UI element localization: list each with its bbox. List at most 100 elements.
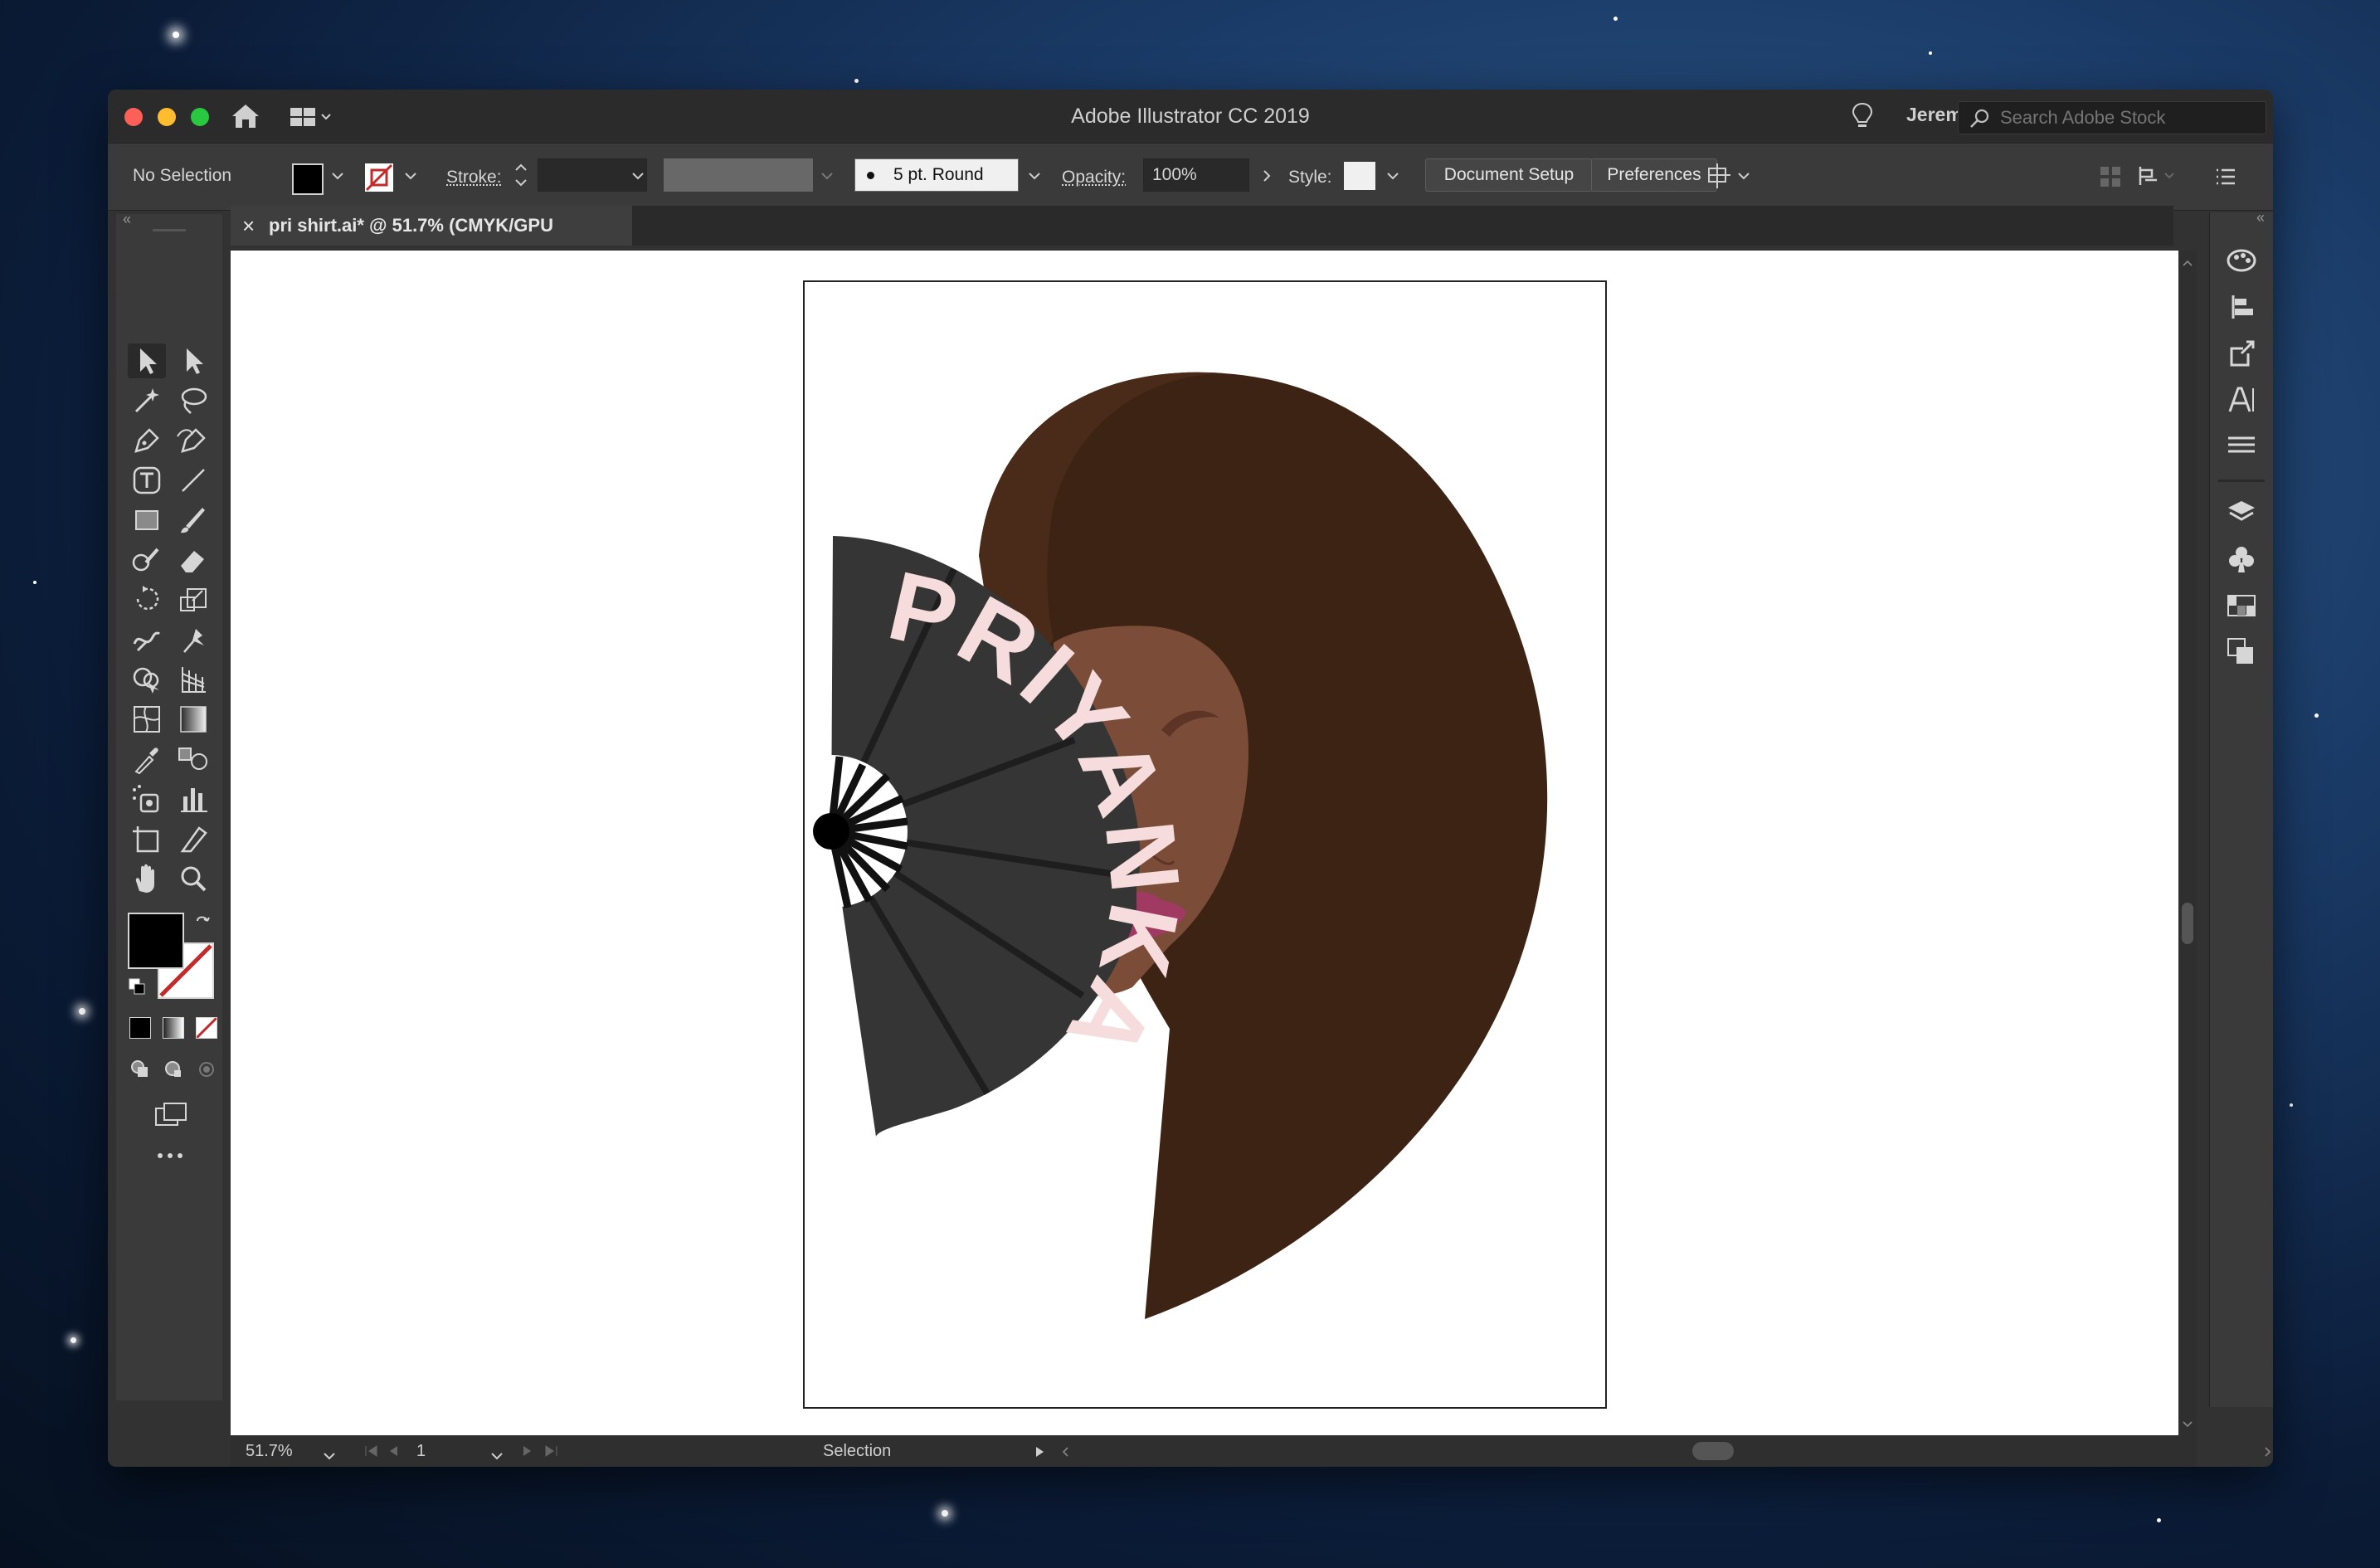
star (1929, 51, 1932, 55)
close-icon[interactable]: × (242, 206, 255, 246)
learn-lightbulb-icon[interactable] (1850, 101, 1875, 131)
tool-panel-grip[interactable] (153, 229, 186, 231)
stroke-swatch[interactable] (365, 163, 393, 192)
artboard-tool-icon[interactable] (128, 821, 166, 856)
grid-icon[interactable] (2099, 165, 2122, 192)
chevron-down-icon[interactable] (630, 170, 645, 186)
symbols-panel-icon[interactable] (2223, 541, 2260, 577)
scroll-left-icon[interactable] (1060, 1444, 1070, 1463)
last-artboard-icon[interactable] (543, 1444, 559, 1463)
scroll-thumb[interactable] (2182, 903, 2193, 944)
screen-mode-icon[interactable] (153, 1100, 189, 1132)
shaper-tool-icon[interactable] (128, 543, 166, 577)
horizontal-scroll-thumb[interactable] (1692, 1442, 1734, 1460)
chevron-right-icon[interactable] (1261, 168, 1273, 187)
more-tools-icon[interactable] (156, 1150, 184, 1165)
export-panel-icon[interactable] (2223, 335, 2260, 372)
zoom-tool-icon[interactable] (174, 861, 212, 896)
pen-tool-icon[interactable] (128, 423, 166, 458)
slice-tool-icon[interactable] (174, 821, 212, 856)
default-colors-icon[interactable] (128, 977, 148, 1001)
magic-wand-tool-icon[interactable] (128, 383, 166, 418)
artboard-number[interactable]: 1 (416, 1442, 426, 1461)
brush-dot-icon (867, 172, 874, 179)
document-tab[interactable]: × pri shirt.ai* @ 51.7% (CMYK/GPU Previe… (231, 206, 632, 275)
fill-color-swatch-front[interactable] (128, 913, 184, 969)
column-graph-tool-icon[interactable] (174, 782, 212, 816)
stock-search[interactable] (1958, 101, 2266, 134)
panel-collapse-icon[interactable]: « (123, 211, 131, 228)
lasso-tool-icon[interactable] (174, 383, 212, 418)
rectangle-tool-icon[interactable] (128, 503, 166, 538)
direct-selection-tool-icon[interactable] (174, 343, 212, 378)
artboard[interactable]: PRIYANKA (755, 280, 1607, 1409)
rotate-tool-icon[interactable] (128, 582, 166, 617)
type-tool-icon[interactable] (128, 463, 166, 498)
chevron-down-icon[interactable] (489, 1447, 504, 1466)
color-mode-button[interactable] (129, 1017, 151, 1039)
blend-tool-icon[interactable] (174, 742, 212, 777)
layers-panel-icon[interactable] (2223, 494, 2260, 531)
chevron-down-icon[interactable] (322, 1447, 337, 1466)
chevron-down-icon[interactable] (1027, 170, 1042, 186)
fill-swatch[interactable] (292, 163, 324, 195)
mesh-tool-icon[interactable] (128, 702, 166, 737)
stroke-label[interactable]: Stroke: (446, 168, 502, 187)
none-mode-button[interactable] (195, 1016, 218, 1040)
style-label: Style: (1288, 168, 1332, 187)
draw-inside-icon[interactable] (196, 1059, 217, 1084)
swatches-panel-icon[interactable] (2223, 587, 2260, 624)
line-tool-icon[interactable] (174, 463, 212, 498)
warp-tool-icon[interactable] (128, 622, 166, 657)
arrange-documents-icon[interactable] (1706, 160, 1755, 193)
next-artboard-icon[interactable] (521, 1444, 534, 1463)
pathfinder-panel-icon[interactable] (2223, 634, 2260, 670)
gradient-tool-icon[interactable] (174, 702, 212, 737)
paragraph-panel-icon[interactable] (2223, 428, 2260, 465)
variable-width-profile[interactable] (664, 158, 813, 192)
shape-builder-tool-icon[interactable] (128, 662, 166, 697)
opacity-label[interactable]: Opacity: (1062, 168, 1126, 187)
search-input[interactable] (1998, 105, 2251, 130)
hand-tool-icon[interactable] (128, 861, 166, 896)
draw-normal-icon[interactable] (129, 1059, 151, 1084)
scroll-up-icon[interactable] (2182, 257, 2193, 272)
chevron-down-icon[interactable] (330, 170, 345, 186)
color-panel-icon[interactable] (2223, 242, 2260, 279)
puppet-warp-tool-icon[interactable] (174, 622, 212, 657)
panel-expand-icon[interactable]: « (2256, 209, 2265, 226)
curvature-tool-icon[interactable] (174, 423, 212, 458)
opacity-field[interactable]: 100% (1143, 158, 1249, 192)
chevron-down-icon[interactable] (1385, 170, 1400, 186)
swap-colors-icon[interactable] (194, 913, 214, 937)
selection-tool-icon[interactable] (128, 343, 166, 378)
panel-menu-icon[interactable] (2215, 167, 2236, 191)
perspective-grid-tool-icon[interactable] (174, 662, 212, 697)
graphic-style-swatch[interactable] (1344, 162, 1375, 190)
status-menu-icon[interactable] (1034, 1444, 1045, 1463)
eyedropper-tool-icon[interactable] (128, 742, 166, 777)
scroll-right-icon[interactable] (2263, 1444, 2273, 1463)
paintbrush-tool-icon[interactable] (174, 503, 212, 538)
character-panel-icon[interactable] (2223, 382, 2260, 418)
draw-behind-icon[interactable] (163, 1059, 184, 1084)
scroll-down-icon[interactable] (2182, 1419, 2193, 1434)
first-artboard-icon[interactable] (363, 1444, 380, 1463)
brush-definition-field[interactable]: 5 pt. Round (854, 158, 1019, 192)
selection-state-label: No Selection (133, 166, 232, 185)
document-setup-button[interactable]: Document Setup (1425, 158, 1593, 192)
illustrator-window: Adobe Illustrator CC 2019 Jeremy No Sele… (108, 90, 2273, 1467)
preferences-button[interactable]: Preferences (1591, 158, 1717, 192)
stroke-weight-stepper[interactable] (513, 158, 529, 192)
prev-artboard-icon[interactable] (387, 1444, 400, 1463)
artwork[interactable]: PRIYANKA (755, 282, 1605, 1407)
symbol-sprayer-tool-icon[interactable] (128, 782, 166, 816)
scale-tool-icon[interactable] (174, 582, 212, 617)
align-panel-icon[interactable] (2223, 289, 2260, 325)
transform-icon[interactable] (2137, 163, 2178, 192)
zoom-level[interactable]: 51.7% (246, 1442, 293, 1461)
vertical-scrollbar[interactable] (2178, 251, 2197, 1435)
chevron-down-icon[interactable] (403, 170, 418, 186)
gradient-mode-button[interactable] (163, 1017, 184, 1039)
eraser-tool-icon[interactable] (174, 543, 212, 577)
